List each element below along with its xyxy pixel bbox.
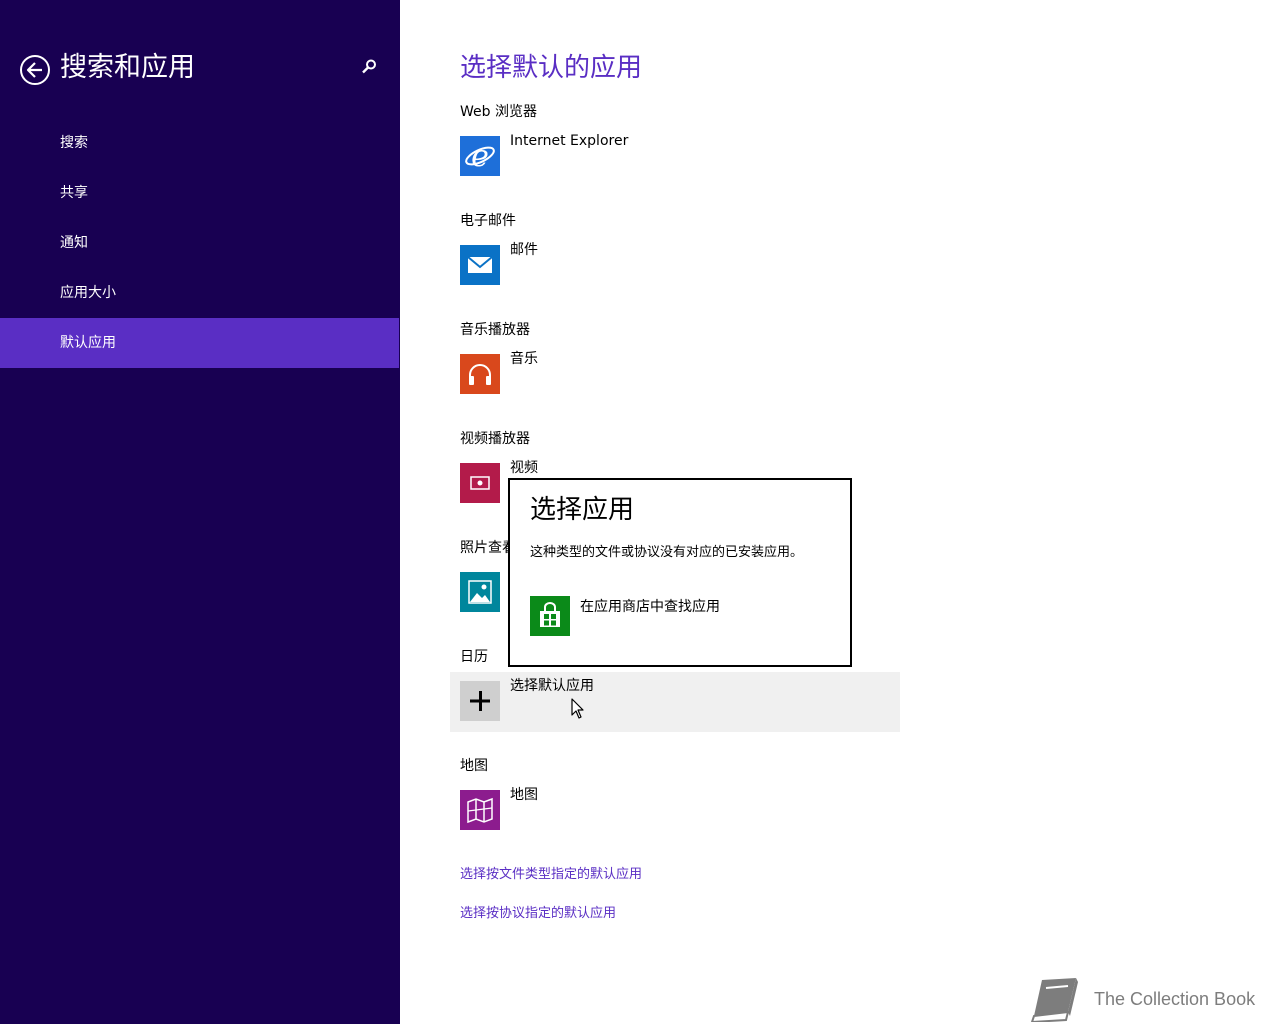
sidebar-item-search[interactable]: 搜索 <box>0 118 399 168</box>
file-type-defaults-link[interactable]: 选择按文件类型指定的默认应用 <box>460 865 642 885</box>
video-icon <box>460 463 500 503</box>
section-email: 电子邮件 邮件 <box>460 211 940 285</box>
photos-icon <box>460 572 500 612</box>
app-name: 选择默认应用 <box>510 678 594 694</box>
choose-default-calendar-app[interactable]: 选择默认应用 <box>460 678 940 721</box>
app-name: 邮件 <box>510 242 538 258</box>
section-music: 音乐播放器 音乐 <box>460 320 940 394</box>
default-music-app[interactable]: 音乐 <box>460 351 940 394</box>
headphones-icon <box>460 354 500 394</box>
section-label: 视频播放器 <box>460 431 530 447</box>
popup-title: 选择应用 <box>530 495 635 525</box>
popup-description: 这种类型的文件或协议没有对应的已安装应用。 <box>530 545 804 560</box>
watermark: The Collection Book <box>1028 976 1268 1022</box>
app-name: 音乐 <box>510 351 538 367</box>
search-icon <box>362 59 376 74</box>
sidebar-item-default-apps[interactable]: 默认应用 <box>0 318 399 368</box>
find-app-in-store-button[interactable]: 在应用商店中查找应用 <box>530 596 830 636</box>
choose-app-popup: 选择应用 这种类型的文件或协议没有对应的已安装应用。 在应用商店中查找应用 <box>508 478 852 667</box>
sidebar-title: 搜索和应用 <box>60 52 195 83</box>
protocol-defaults-link[interactable]: 选择按协议指定的默认应用 <box>460 904 616 924</box>
sidebar: 搜索和应用 搜索 共享 通知 应用大小 默认应用 <box>0 0 400 1024</box>
section-maps: 地图 地图 <box>460 756 940 830</box>
plus-icon <box>460 681 500 721</box>
sidebar-item-app-sizes[interactable]: 应用大小 <box>0 268 399 318</box>
default-maps-app[interactable]: 地图 <box>460 787 940 830</box>
app-name: Internet Explorer <box>510 133 629 149</box>
back-arrow-icon <box>26 62 42 78</box>
svg-text:e: e <box>471 139 489 174</box>
app-name: 视频 <box>510 460 538 476</box>
internet-explorer-icon: e <box>460 136 500 176</box>
book-icon <box>1030 978 1078 1022</box>
search-button[interactable] <box>360 58 382 80</box>
mail-icon <box>460 245 500 285</box>
page-title: 选择默认的应用 <box>460 53 643 83</box>
store-link-label: 在应用商店中查找应用 <box>580 599 720 615</box>
app-name: 地图 <box>510 787 538 803</box>
default-browser-app[interactable]: e Internet Explorer <box>460 133 940 176</box>
back-button[interactable] <box>20 55 50 85</box>
sidebar-item-share[interactable]: 共享 <box>0 168 399 218</box>
section-web-browser: Web 浏览器 e Internet Explorer <box>460 102 940 176</box>
store-icon <box>530 596 570 636</box>
watermark-text: The Collection Book <box>1094 989 1256 1009</box>
section-label: 音乐播放器 <box>460 322 530 338</box>
maps-icon <box>460 790 500 830</box>
section-label: 电子邮件 <box>460 213 516 229</box>
section-label: Web 浏览器 <box>460 104 537 120</box>
sidebar-nav: 搜索 共享 通知 应用大小 默认应用 <box>0 118 399 368</box>
default-email-app[interactable]: 邮件 <box>460 242 940 285</box>
mouse-cursor-icon <box>571 698 584 719</box>
sidebar-item-notifications[interactable]: 通知 <box>0 218 399 268</box>
section-label: 地图 <box>460 758 488 774</box>
